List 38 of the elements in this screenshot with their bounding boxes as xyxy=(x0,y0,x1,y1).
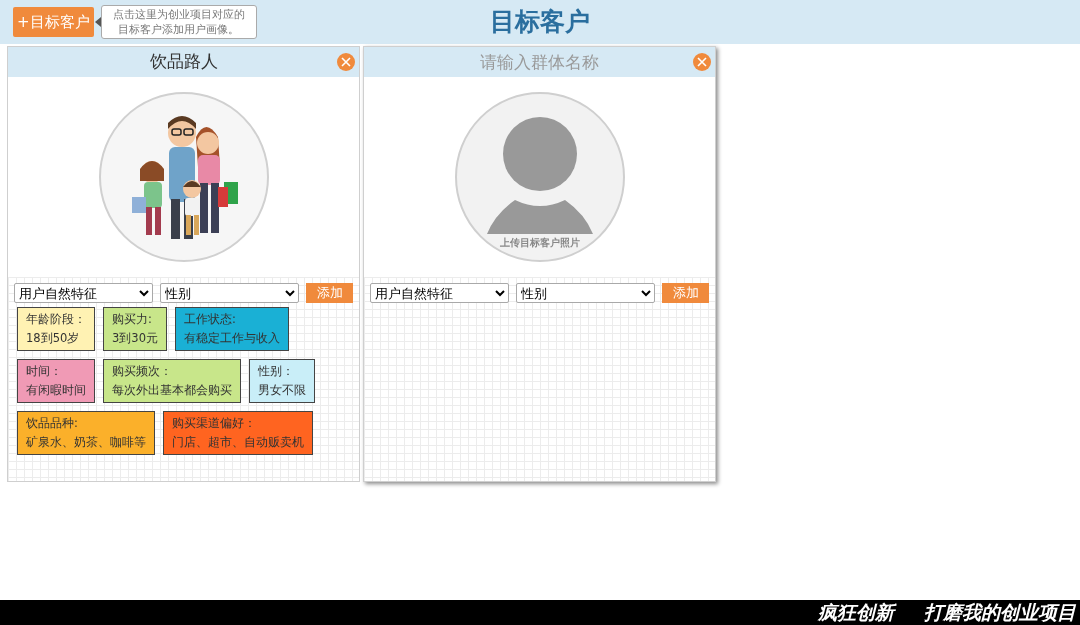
person-icon xyxy=(484,116,595,234)
attribute-tag[interactable]: 时间： 有闲暇时间 xyxy=(17,359,95,403)
tag-label: 年龄阶段： xyxy=(26,311,86,328)
attribute-tag[interactable]: 性别： 男女不限 xyxy=(249,359,315,403)
tag-value: 每次外出基本都会购买 xyxy=(112,382,232,399)
tag-value: 3到30元 xyxy=(112,330,158,347)
close-button[interactable] xyxy=(337,53,355,71)
page-title: 目标客户 xyxy=(490,6,590,39)
tag-label: 购买渠道偏好： xyxy=(172,415,257,432)
hint-tooltip: 点击这里为创业项目对应的目标客户添加用户画像。 xyxy=(100,5,257,39)
tag-label: 时间： xyxy=(26,363,63,380)
upload-caption: 上传目标客户照片 xyxy=(499,236,580,250)
tag-label: 工作状态: xyxy=(183,311,237,328)
attribute-tag[interactable]: 购买力: 3到30元 xyxy=(103,307,167,351)
tag-value: 有闲暇时间 xyxy=(26,382,86,399)
attribute-tag[interactable]: 工作状态: 有稳定工作与收入 xyxy=(174,307,289,351)
dropdown[interactable]: 用户自然特征 xyxy=(370,283,510,303)
attribute-tag[interactable]: 购买渠道偏好： 门店、超市、自动贩卖机 xyxy=(163,411,313,455)
dropdown[interactable]: 用户自然特征 xyxy=(14,283,154,303)
tag-value: 有稳定工作与收入 xyxy=(183,330,280,347)
card-title[interactable]: 饮品路人 xyxy=(149,49,218,75)
dropdown[interactable]: 性别 xyxy=(516,283,656,303)
tag-label: 饮品品种: xyxy=(26,415,79,432)
group-name-field[interactable]: 请输入群体名称 xyxy=(364,47,715,77)
tag-value: 矿泉水、奶茶、咖啡等 xyxy=(26,434,146,451)
dropdown[interactable]: 性别 xyxy=(160,283,300,303)
banner-slogan: 打磨我的创业项目 xyxy=(924,600,1076,625)
attribute-tag[interactable]: 购买频次： 每次外出基本都会购买 xyxy=(103,359,241,403)
close-icon xyxy=(341,57,351,67)
tag-value: 门店、超市、自动贩卖机 xyxy=(172,434,304,451)
tag-label: 购买力: xyxy=(112,311,153,328)
close-icon xyxy=(697,57,707,67)
tag-value: 男女不限 xyxy=(258,382,306,399)
tag-label: 购买频次： xyxy=(112,363,173,380)
tag-value: 18到50岁 xyxy=(26,330,81,347)
attribute-tag[interactable]: 年龄阶段： 18到50岁 xyxy=(17,307,95,351)
tag-label: 性别： xyxy=(258,363,295,380)
attribute-tag[interactable]: 饮品品种: 矿泉水、奶茶、咖啡等 xyxy=(17,411,155,455)
